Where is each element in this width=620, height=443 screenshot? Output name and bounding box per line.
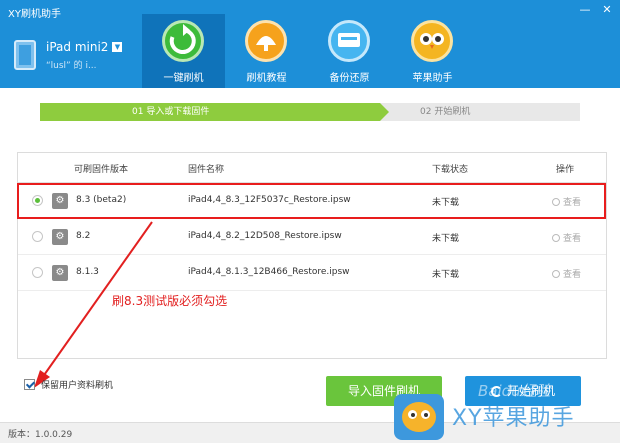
keep-data-checkbox[interactable]	[24, 379, 35, 390]
annotation-text: 刷8.3测试版必须勾选	[112, 294, 228, 308]
watermark-text: XY苹果助手	[452, 406, 575, 431]
watermark-owl-logo	[394, 394, 444, 440]
watermark-baidu: Baidu经验	[478, 382, 551, 400]
keep-data-label: 保留用户资料刷机	[41, 381, 114, 391]
keep-user-data-option[interactable]: 保留用户资料刷机	[24, 378, 113, 391]
version-text: 版本：1.0.0.29	[8, 430, 73, 440]
